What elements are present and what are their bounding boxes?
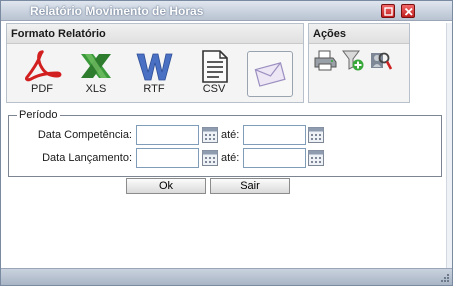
csv-icon [202,50,228,83]
data-competencia-label: Data Competência: [37,129,132,141]
formato-relatorio-panel: Formato Relatório PDF XLS RTF CSV [6,23,304,103]
data-lancamento-from-calendar[interactable] [202,150,218,166]
data-competencia-ate-label: até: [221,129,240,141]
calendar-icon [202,127,218,143]
pdf-label: PDF [31,83,53,95]
printer-icon [314,50,337,71]
xls-button[interactable]: XLS [71,48,121,98]
data-lancamento-label: Data Lançamento: [42,152,132,164]
data-competencia-from-input[interactable] [136,125,199,145]
xls-icon [81,54,111,78]
minimize-button[interactable] [381,4,395,18]
periodo-fieldset: Período [8,109,442,177]
data-lancamento-from-input[interactable] [136,148,199,168]
calendar-icon [308,127,324,143]
search-user-button[interactable] [369,48,393,72]
email-button[interactable] [247,51,293,97]
data-lancamento-to-input[interactable] [243,148,306,168]
close-icon [404,7,413,16]
rtf-label: RTF [143,83,165,95]
window-title: Relatório Movimento de Horas [30,4,204,18]
data-competencia-from-calendar[interactable] [202,127,218,143]
data-lancamento-ate-label: até: [221,152,240,164]
acoes-panel: Ações [308,23,410,103]
status-bar [1,268,452,285]
rtf-icon [136,53,173,81]
data-lancamento-to-calendar[interactable] [308,150,324,166]
resize-grip-icon [441,274,449,282]
calendar-icon [308,150,324,166]
search-user-icon [371,52,393,70]
data-competencia-to-calendar[interactable] [308,127,324,143]
acoes-heading: Ações [309,24,409,44]
vertical-scrollbar[interactable] [446,23,452,273]
periodo-legend: Período [19,109,58,121]
rtf-button[interactable]: RTF [129,48,179,98]
formato-relatorio-heading: Formato Relatório [7,24,303,44]
report-window: Relatório Movimento de Horas Formato Rel… [0,0,453,286]
pdf-button[interactable]: PDF [17,48,67,98]
csv-label: CSV [202,83,226,95]
close-button[interactable] [401,4,415,18]
calendar-icon [202,150,218,166]
ok-button[interactable]: Ok [126,178,206,194]
csv-button[interactable]: CSV [189,48,239,98]
title-bar[interactable]: Relatório Movimento de Horas [1,1,452,21]
sair-button[interactable]: Sair [210,178,290,194]
xls-label: XLS [85,83,107,95]
resize-grip[interactable] [439,272,449,282]
envelope-icon [254,62,286,87]
minimize-icon [384,7,393,16]
window-content: Formato Relatório PDF XLS RTF CSV Ações … [6,23,446,273]
add-filter-button[interactable] [341,48,365,72]
filter-add-icon [342,50,364,71]
pdf-icon [25,50,62,82]
print-button[interactable] [313,48,337,72]
data-competencia-to-input[interactable] [243,125,306,145]
